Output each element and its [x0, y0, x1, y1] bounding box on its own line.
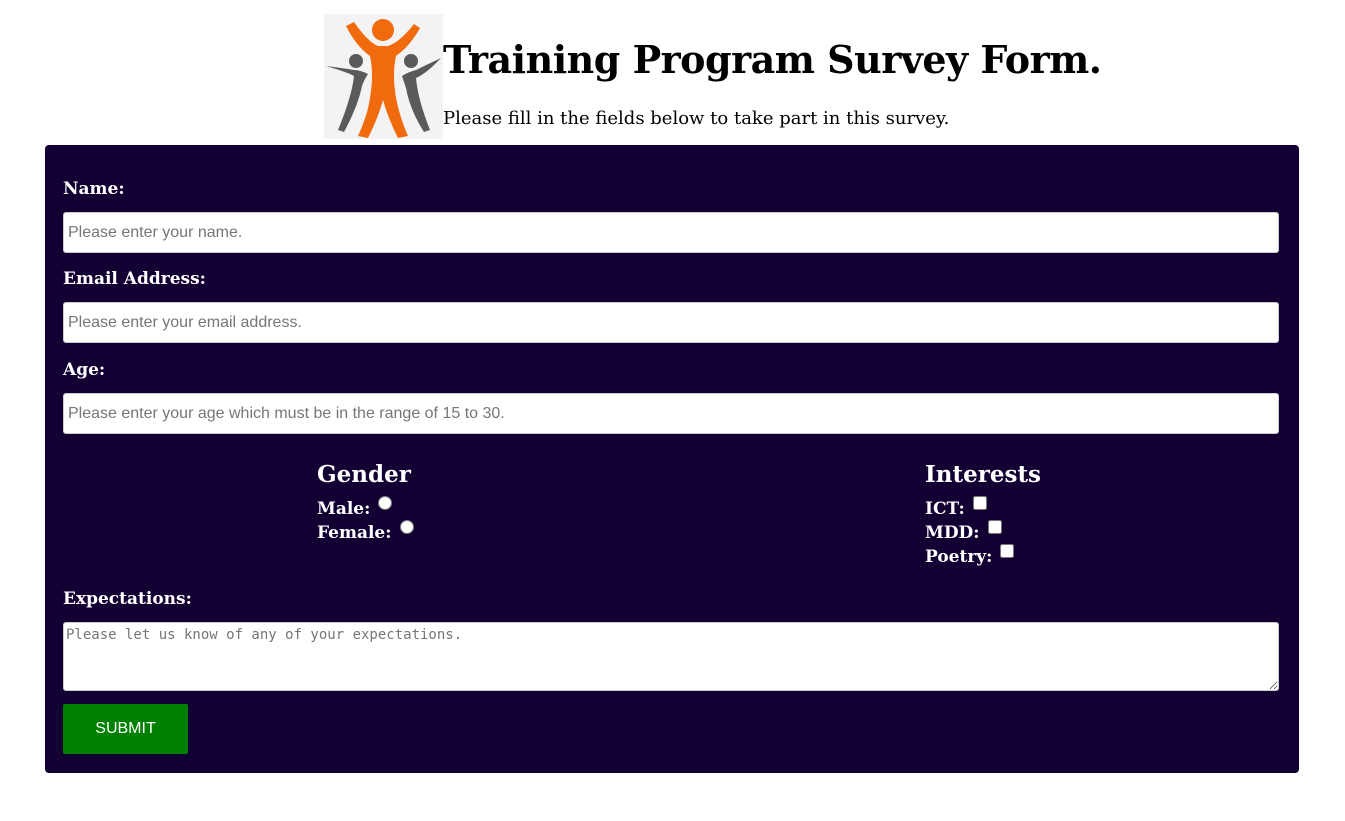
people-figures-logo-icon: [324, 14, 443, 139]
ict-checkbox[interactable]: [972, 496, 987, 510]
interest-option-ict: ICT:: [925, 496, 1041, 521]
interests-title: Interests: [925, 461, 1042, 488]
email-label: Email Address:: [63, 269, 206, 289]
mdd-label: MDD:: [925, 523, 980, 543]
interest-option-mdd: MDD:: [925, 520, 1041, 545]
male-label: Male:: [317, 499, 371, 519]
page-subtitle: Please fill in the fields below to take …: [443, 108, 950, 129]
female-label: Female:: [317, 523, 392, 543]
poetry-checkbox[interactable]: [1000, 544, 1015, 558]
email-input[interactable]: [63, 302, 1279, 343]
interest-option-poetry: Poetry:: [925, 544, 1041, 569]
age-label: Age:: [63, 360, 106, 380]
gender-option-female: Female:: [317, 520, 414, 545]
female-radio[interactable]: [399, 520, 414, 534]
name-input[interactable]: [63, 212, 1279, 253]
gender-title: Gender: [317, 461, 411, 488]
gender-group: Gender Male: Female:: [317, 461, 414, 545]
ict-label: ICT:: [925, 499, 965, 519]
interests-group: Interests ICT: MDD: Poetry:: [925, 461, 1041, 569]
expectations-label: Expectations:: [63, 589, 192, 609]
mdd-checkbox[interactable]: [987, 520, 1002, 534]
poetry-label: Poetry:: [925, 547, 993, 567]
survey-form: Name: Email Address: Age: Gender Male: F…: [45, 145, 1299, 773]
age-input[interactable]: [63, 393, 1279, 434]
page-title: Training Program Survey Form.: [443, 37, 1102, 82]
expectations-textarea[interactable]: [63, 622, 1279, 691]
page-header: Training Program Survey Form. Please fil…: [324, 14, 1102, 139]
submit-button[interactable]: SUBMIT: [63, 704, 188, 754]
name-label: Name:: [63, 179, 125, 199]
gender-option-male: Male:: [317, 496, 414, 521]
male-radio[interactable]: [378, 496, 393, 510]
